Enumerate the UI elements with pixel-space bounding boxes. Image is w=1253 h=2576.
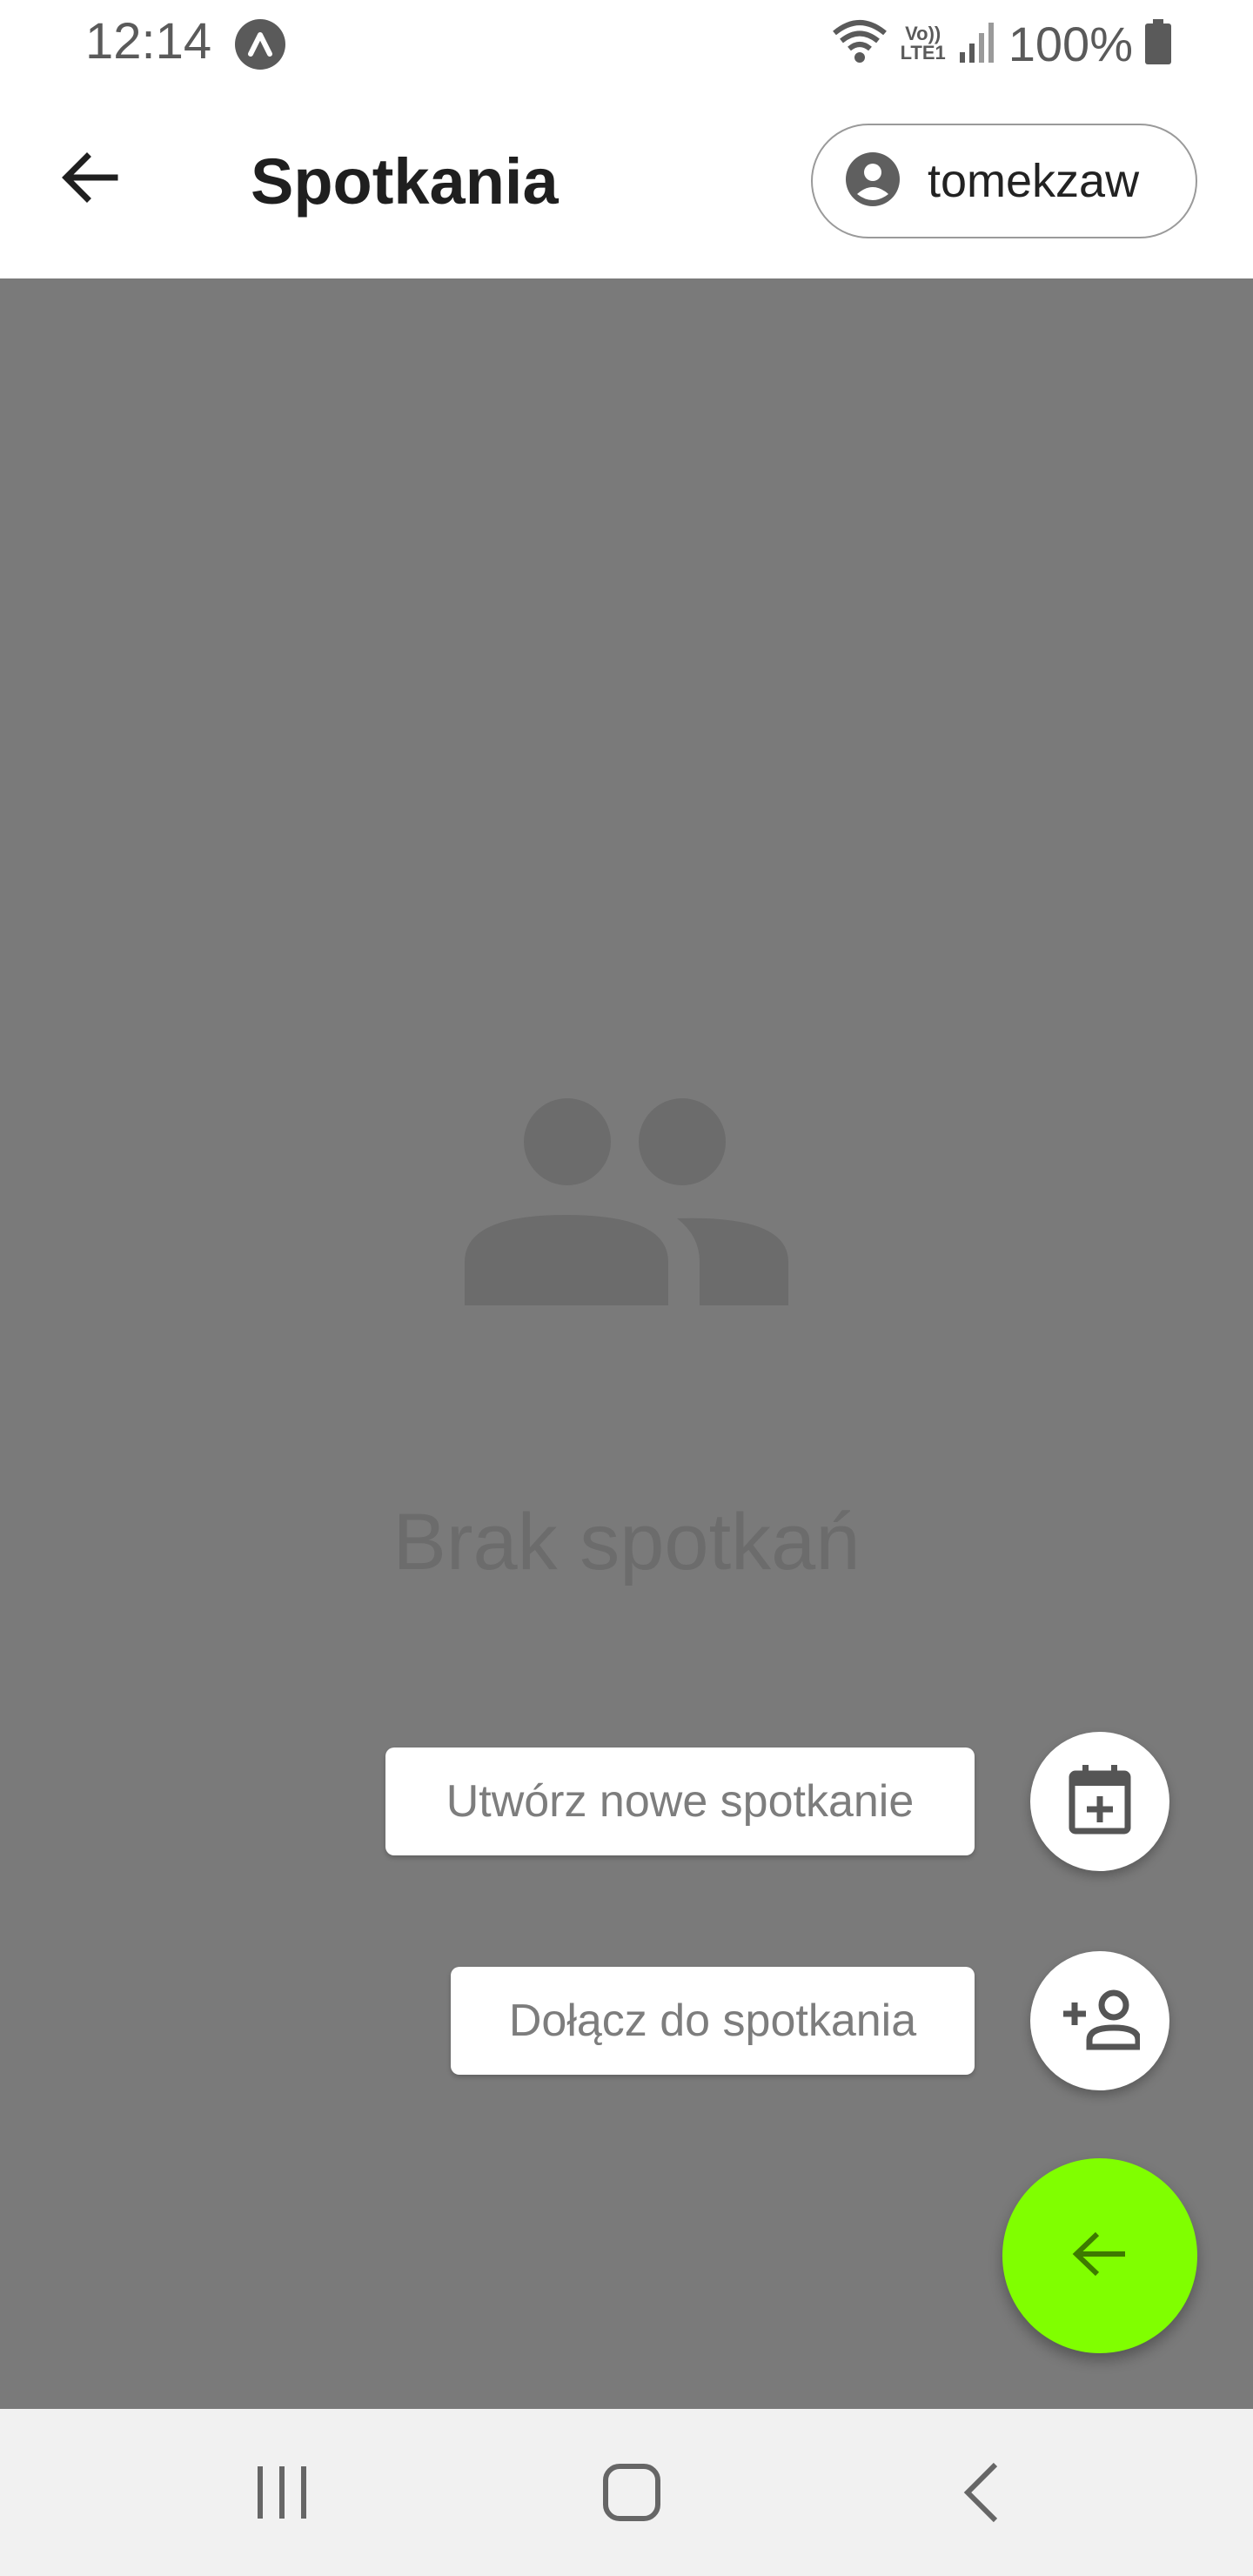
app-bar: Spotkania tomekzaw (0, 87, 1253, 278)
arrow-back-icon (59, 146, 122, 213)
arrow-back-icon (1069, 2224, 1130, 2289)
recents-button[interactable] (238, 2451, 325, 2538)
user-chip-label: tomekzaw (928, 155, 1140, 207)
wifi-icon (831, 17, 888, 70)
person-add-icon (1060, 1988, 1142, 2055)
create-meeting-button[interactable] (1030, 1732, 1169, 1871)
app-notification-icon (235, 19, 285, 70)
battery-icon (1145, 18, 1171, 69)
recents-icon (254, 2465, 310, 2525)
screen: 12:14 Vo)) LTE1 100% Spotkania tomekzaw … (0, 0, 1253, 2576)
volte-indicator: Vo)) LTE1 (901, 24, 946, 63)
join-meeting-button[interactable] (1030, 1951, 1169, 2090)
people-icon (465, 1097, 788, 1305)
content-overlay[interactable]: Brak spotkań Utwórz nowe spotkanie Dołąc… (0, 278, 1253, 2409)
chevron-left-icon (961, 2461, 1002, 2528)
lte-label: LTE1 (900, 42, 946, 64)
status-bar: 12:14 Vo)) LTE1 100% (0, 0, 1253, 87)
status-time: 12:14 (85, 13, 212, 70)
account-circle-icon (846, 151, 900, 211)
status-indicators: Vo)) LTE1 100% (831, 12, 1171, 75)
home-button[interactable] (588, 2451, 675, 2538)
main-fab-close-button[interactable] (1002, 2158, 1197, 2353)
signal-icon (958, 19, 996, 69)
back-button[interactable] (47, 136, 134, 223)
user-chip[interactable]: tomekzaw (811, 124, 1197, 238)
calendar-add-icon (1067, 1763, 1133, 1841)
nav-back-button[interactable] (938, 2451, 1025, 2538)
home-icon (602, 2463, 661, 2526)
system-nav-bar (0, 2409, 1253, 2576)
empty-state-text: Brak spotkań (392, 1498, 861, 1587)
battery-percentage: 100% (1008, 16, 1133, 71)
page-title: Spotkania (251, 145, 559, 218)
create-meeting-label[interactable]: Utwórz nowe spotkanie (385, 1748, 975, 1855)
join-meeting-label[interactable]: Dołącz do spotkania (451, 1967, 975, 2075)
